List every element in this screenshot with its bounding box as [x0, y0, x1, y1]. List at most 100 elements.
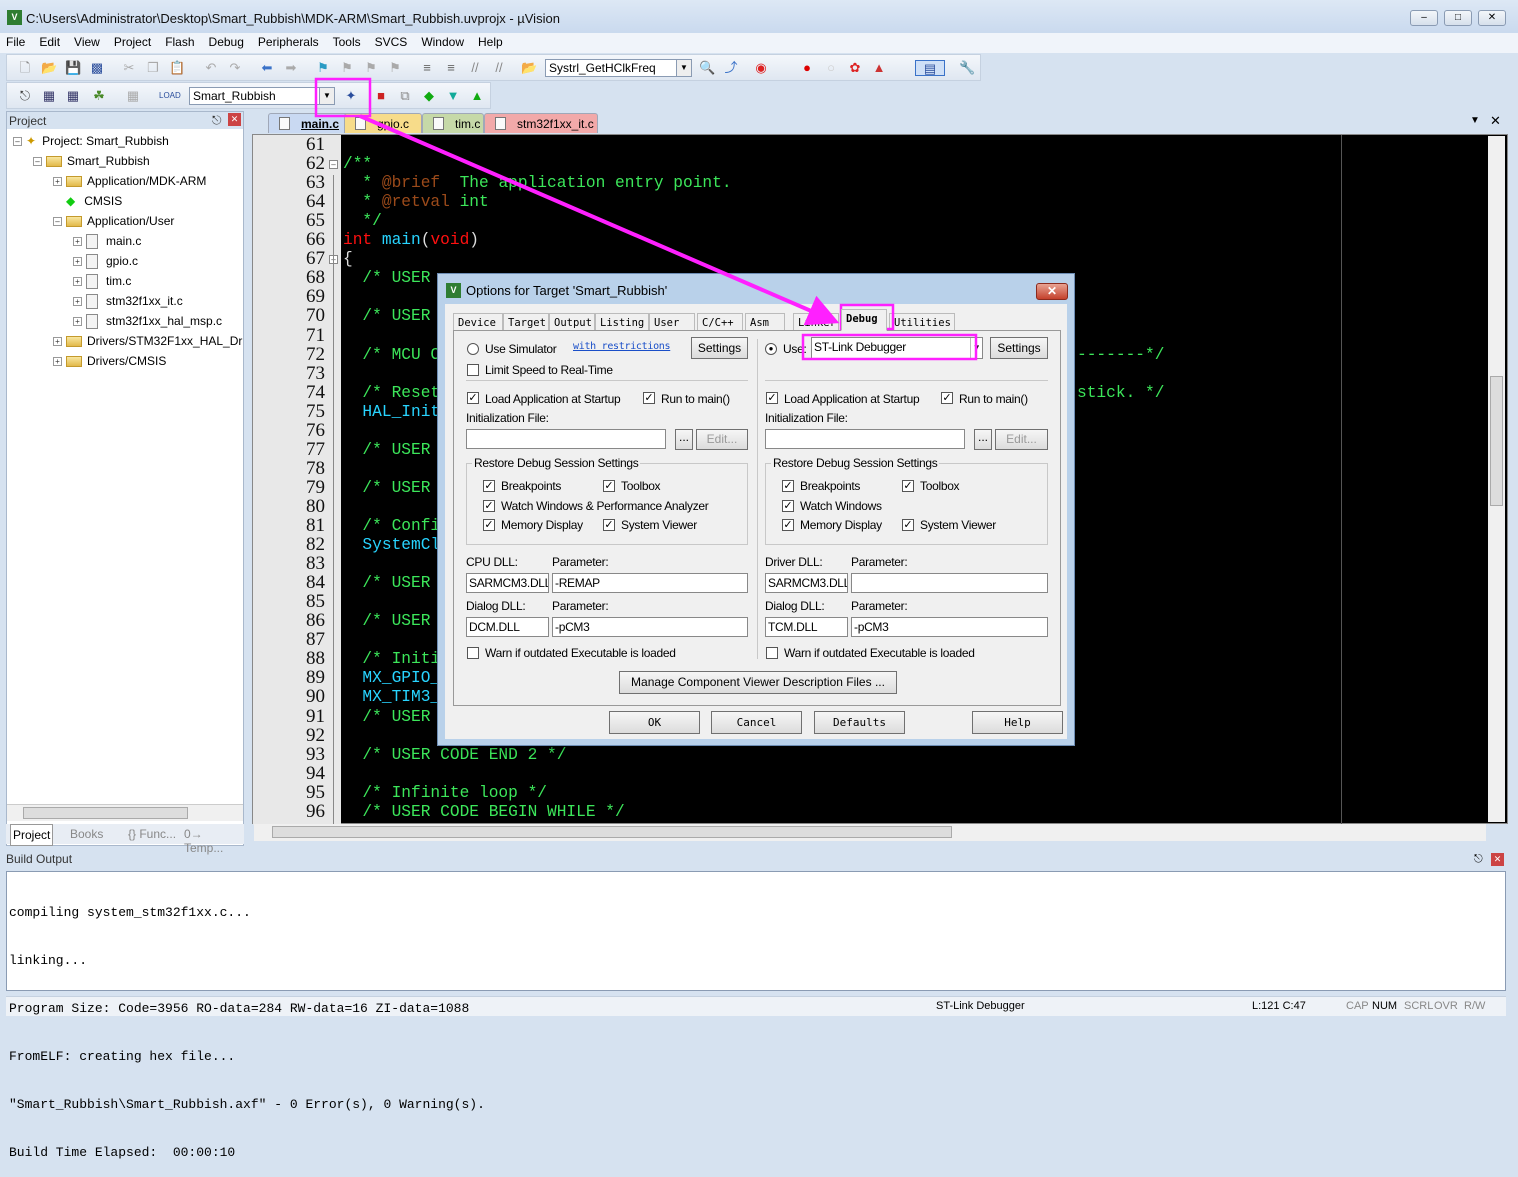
tree-item-file[interactable]: + stm32f1xx_it.c	[73, 293, 183, 310]
memory-display-checkbox[interactable]: ✓	[782, 519, 794, 531]
close-panel-icon[interactable]: ✕	[228, 113, 241, 126]
tab-c-cpp[interactable]: C/C++	[697, 313, 743, 331]
editor-vscrollbar[interactable]	[1488, 136, 1505, 822]
menu-peripherals[interactable]: Peripherals	[251, 33, 326, 51]
menu-svcs[interactable]: SVCS	[368, 33, 415, 51]
next-bookmark-icon[interactable]: ⚑	[363, 60, 379, 76]
project-hscrollbar[interactable]	[7, 804, 243, 821]
toolbox-checkbox[interactable]: ✓	[603, 480, 615, 492]
run-to-main-checkbox[interactable]: ✓	[941, 392, 953, 404]
tree-item-file[interactable]: + main.c	[73, 233, 141, 250]
driver-dll-input[interactable]: SARMCM3.DLL	[765, 573, 848, 593]
cancel-button[interactable]: Cancel	[711, 711, 802, 734]
tab-project[interactable]: Project	[10, 824, 54, 846]
tab-device[interactable]: Device	[453, 313, 503, 331]
options-for-target-wand-icon[interactable]: ✦	[343, 88, 359, 104]
dialog-dll-parameter-input[interactable]: -pCM3	[552, 617, 748, 637]
tree-item-file[interactable]: + gpio.c	[73, 253, 138, 270]
tree-item-project-root[interactable]: – ✦ Project: Smart_Rubbish	[13, 133, 169, 149]
save-all-icon[interactable]: ▩	[89, 60, 105, 76]
stop-build-icon[interactable]: ▦	[125, 88, 141, 104]
warn-outdated-checkbox[interactable]	[766, 647, 778, 659]
tree-item-group[interactable]: – Application/User	[53, 213, 174, 229]
close-tab-icon[interactable]: ✕	[1490, 113, 1501, 129]
menu-debug[interactable]: Debug	[202, 33, 251, 51]
insert-breakpoint-icon[interactable]: ●	[799, 60, 815, 76]
menu-edit[interactable]: Edit	[32, 33, 67, 51]
translate-icon[interactable]: ⎋	[17, 88, 33, 104]
watch-windows-checkbox[interactable]: ✓	[483, 500, 495, 512]
unindent-icon[interactable]: ≡	[443, 60, 459, 76]
menu-help[interactable]: Help	[471, 33, 510, 51]
pin-icon[interactable]: ⎋	[1474, 853, 1483, 866]
tab-books[interactable]: Books	[70, 827, 103, 841]
browse-init-file-button[interactable]: ...	[974, 429, 992, 450]
warn-outdated-checkbox[interactable]	[467, 647, 479, 659]
copy-icon[interactable]: ❐	[145, 60, 161, 76]
menu-project[interactable]: Project	[107, 33, 158, 51]
menu-file[interactable]: File	[0, 33, 32, 51]
debugger-settings-button[interactable]: Settings	[990, 337, 1048, 359]
tree-item-target[interactable]: – Smart_Rubbish	[33, 153, 150, 169]
redo-icon[interactable]: ↷	[227, 60, 243, 76]
scroll-thumb[interactable]	[1490, 376, 1503, 506]
comment-icon[interactable]: //	[467, 60, 483, 76]
watch-windows-checkbox[interactable]: ✓	[782, 500, 794, 512]
cpu-dll-input[interactable]: SARMCM3.DLL	[466, 573, 549, 593]
driver-dll-parameter-input[interactable]	[851, 573, 1048, 593]
find-in-files-icon[interactable]: 📂	[521, 60, 537, 76]
help-button[interactable]: Help	[972, 711, 1063, 734]
pack-installer-icon[interactable]: ▼	[445, 88, 461, 104]
breakpoints-checkbox[interactable]: ✓	[483, 480, 495, 492]
tree-item-group[interactable]: + Drivers/CMSIS	[53, 353, 166, 369]
rebuild-icon[interactable]: ▦	[65, 88, 81, 104]
tab-gpio-c[interactable]: gpio.c	[344, 113, 422, 133]
tab-utilities[interactable]: Utilities	[889, 313, 955, 331]
use-debugger-radio[interactable]: ●	[765, 343, 777, 355]
init-file-input[interactable]	[466, 429, 666, 449]
close-panel-icon[interactable]: ✕	[1491, 853, 1504, 866]
build-output-text[interactable]: compiling system_stm32f1xx.c... linking.…	[6, 871, 1506, 1160]
scroll-thumb[interactable]	[23, 807, 188, 819]
build-icon[interactable]: ▦	[41, 88, 57, 104]
tree-item-file[interactable]: + tim.c	[73, 273, 131, 290]
dialog-close-button[interactable]: ✕	[1036, 283, 1068, 300]
tab-output[interactable]: Output	[549, 313, 595, 331]
tab-asm[interactable]: Asm	[745, 313, 785, 331]
open-folder-icon[interactable]: 📂	[41, 60, 57, 76]
navigate-back-icon[interactable]: ⬅	[259, 60, 275, 76]
dialog-dll-input[interactable]: DCM.DLL	[466, 617, 549, 637]
configure-icon[interactable]: 🔧	[959, 60, 975, 76]
software-packs-icon[interactable]: ▲	[469, 88, 485, 104]
tab-stm32f1xx-it-c[interactable]: stm32f1xx_it.c	[484, 113, 598, 133]
chevron-down-icon[interactable]: ▼	[676, 60, 691, 76]
use-simulator-radio[interactable]	[467, 343, 479, 355]
menu-flash[interactable]: Flash	[158, 33, 201, 51]
find-combo[interactable]: Systrl_GetHClkFreq ▼	[545, 59, 692, 77]
breakpoints-checkbox[interactable]: ✓	[782, 480, 794, 492]
debugger-select[interactable]: ST-Link Debugger ▼	[811, 337, 983, 359]
indent-icon[interactable]: ≡	[419, 60, 435, 76]
new-file-icon[interactable]: 🗋	[17, 60, 33, 76]
edit-init-file-button[interactable]: Edit...	[995, 429, 1048, 450]
tab-list-dropdown-icon[interactable]: ▼	[1470, 115, 1480, 126]
init-file-input[interactable]	[765, 429, 965, 449]
load-app-checkbox[interactable]: ✓	[467, 392, 479, 404]
menu-view[interactable]: View	[67, 33, 107, 51]
maximize-button[interactable]: □	[1444, 10, 1472, 26]
load-app-checkbox[interactable]: ✓	[766, 392, 778, 404]
tab-target[interactable]: Target	[503, 313, 549, 331]
close-window-button[interactable]: ✕	[1478, 10, 1506, 26]
editor-hscrollbar[interactable]	[254, 824, 1486, 841]
run-to-main-checkbox[interactable]: ✓	[643, 392, 655, 404]
memory-display-checkbox[interactable]: ✓	[483, 519, 495, 531]
defaults-button[interactable]: Defaults	[814, 711, 905, 734]
manage-project-items-icon[interactable]: ■	[373, 88, 389, 104]
scroll-thumb[interactable]	[272, 826, 952, 838]
toolbox-checkbox[interactable]: ✓	[902, 480, 914, 492]
prev-bookmark-icon[interactable]: ⚑	[339, 60, 355, 76]
cpu-dll-parameter-input[interactable]: -REMAP	[552, 573, 748, 593]
menu-window[interactable]: Window	[414, 33, 471, 51]
tab-tim-c[interactable]: tim.c	[422, 113, 484, 133]
tree-item-cmsis[interactable]: ◆ CMSIS	[66, 193, 122, 209]
